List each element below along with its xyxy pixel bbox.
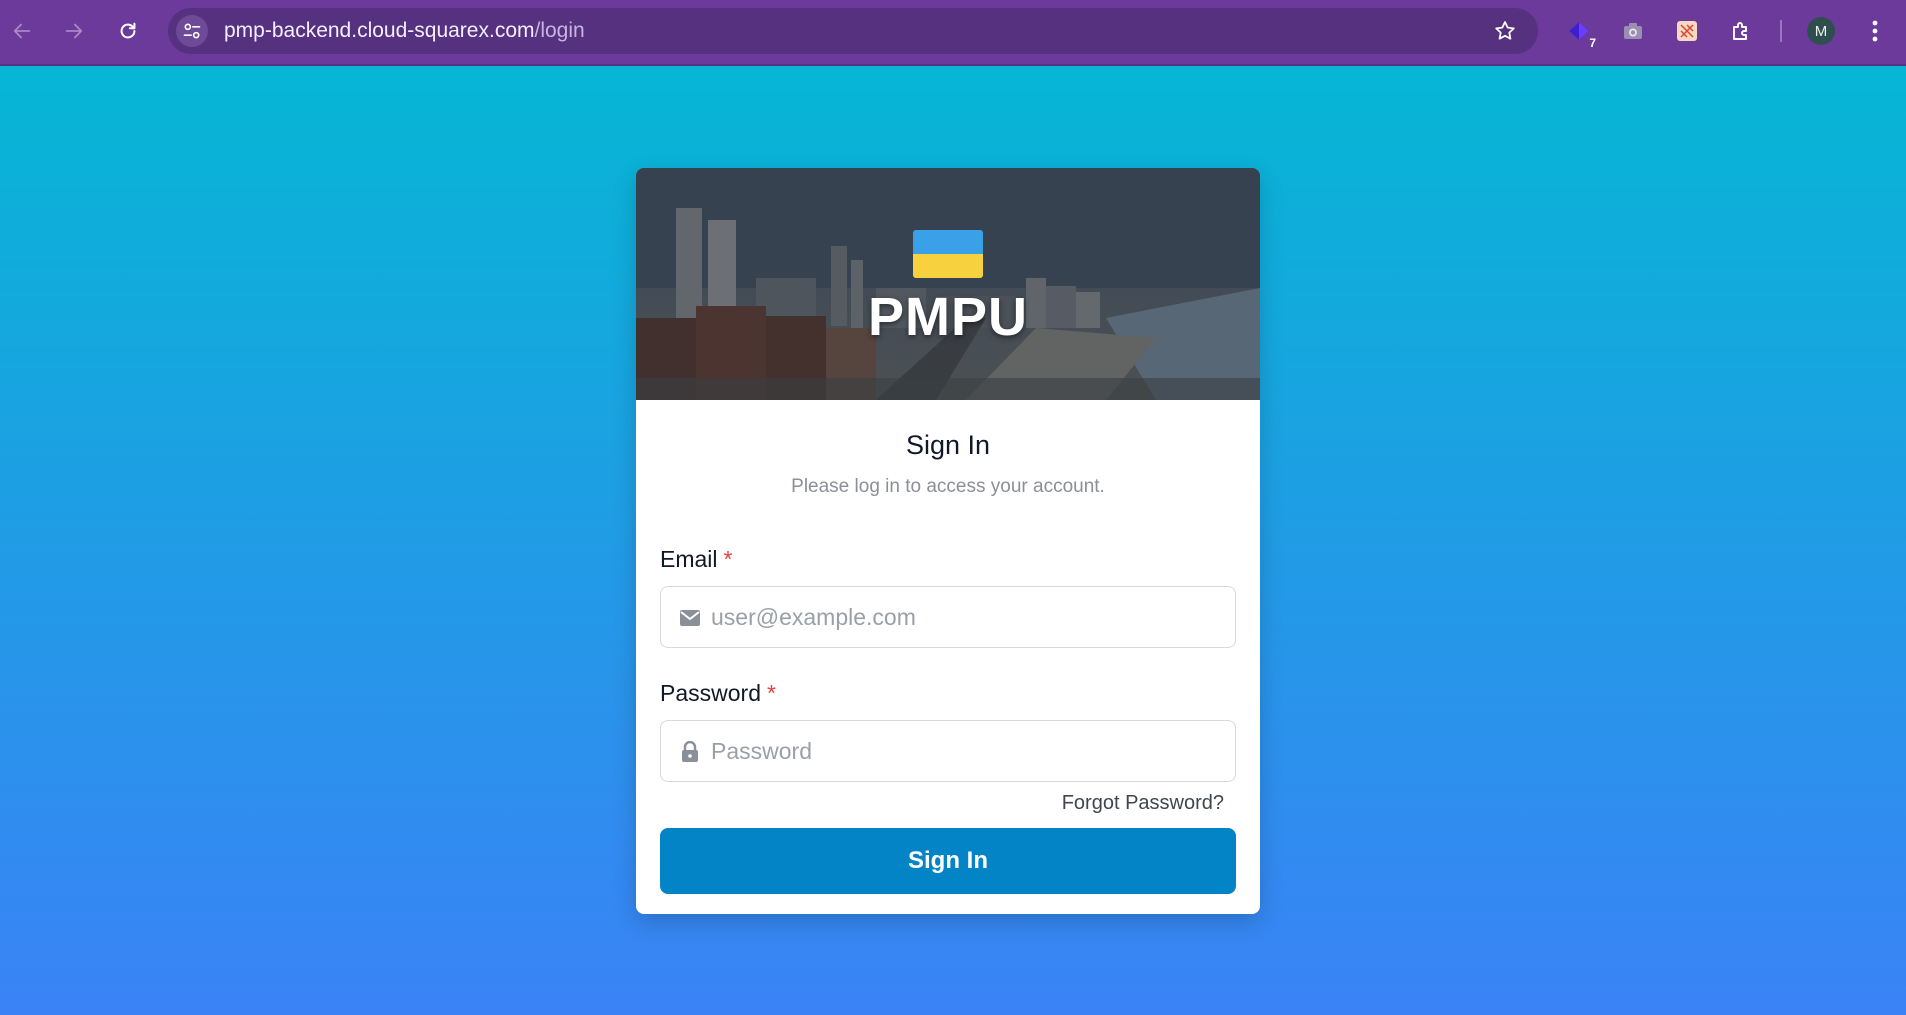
pattern-extension-icon [1677,21,1697,41]
browser-menu-button[interactable] [1860,14,1890,48]
email-label: Email * [660,546,732,573]
toolbar-divider [1780,20,1782,42]
forward-button[interactable] [57,14,91,48]
flag-yellow-stripe [913,254,983,278]
password-label-text: Password [660,680,761,706]
bookmark-star-button[interactable] [1492,18,1518,44]
brand-title: PMPU [867,287,1028,347]
url-text[interactable]: pmp-backend.cloud-squarex.com/login [224,8,585,54]
extension-badge: 7 [1589,36,1596,50]
browser-toolbar: pmp-backend.cloud-squarex.com/login 7 M [0,0,1906,66]
lock-icon [679,741,701,763]
page-viewport: PMPU Sign In Please log in to access you… [0,66,1906,1015]
page-title: Sign In [905,430,991,460]
more-vert-icon [1872,20,1878,42]
required-mark: * [766,680,776,706]
url-host: pmp-backend.cloud-squarex.com [224,19,535,42]
page-subtitle: Please log in to access your account. [791,476,1105,497]
extension-button-1[interactable]: 7 [1562,14,1596,50]
hero-overlay [636,168,1260,400]
arrow-right-icon [65,23,83,39]
email-field-wrapper [660,586,1236,648]
hero-banner: PMPU [636,168,1260,400]
email-label-text: Email [660,546,718,572]
url-path: /login [534,19,585,42]
site-info-button[interactable] [176,15,208,47]
extension-button-3[interactable] [1670,14,1704,48]
extensions-menu-button[interactable] [1724,14,1758,48]
password-field-wrapper [660,720,1236,782]
squarex-extension-icon [1569,22,1589,40]
puzzle-icon [1733,22,1747,40]
extension-button-2[interactable] [1616,14,1650,48]
reload-icon [120,22,136,39]
star-icon [1495,21,1515,40]
back-button[interactable] [5,14,39,48]
address-bar[interactable]: pmp-backend.cloud-squarex.com/login [168,8,1538,54]
reload-button[interactable] [111,14,145,48]
required-mark: * [723,546,733,572]
forgot-password-link[interactable]: Forgot Password? [1062,792,1224,815]
ukraine-flag-icon [913,230,983,278]
password-input[interactable] [709,721,1219,781]
profile-avatar[interactable]: M [1807,17,1835,45]
mail-icon [679,607,701,629]
email-input[interactable] [709,587,1219,647]
camera-icon [1624,23,1642,39]
sign-in-button[interactable]: Sign In [660,828,1236,894]
login-card: PMPU Sign In Please log in to access you… [636,168,1260,914]
arrow-left-icon [13,23,31,39]
flag-blue-stripe [913,230,983,254]
tune-icon [183,23,201,39]
password-label: Password * [660,680,776,707]
